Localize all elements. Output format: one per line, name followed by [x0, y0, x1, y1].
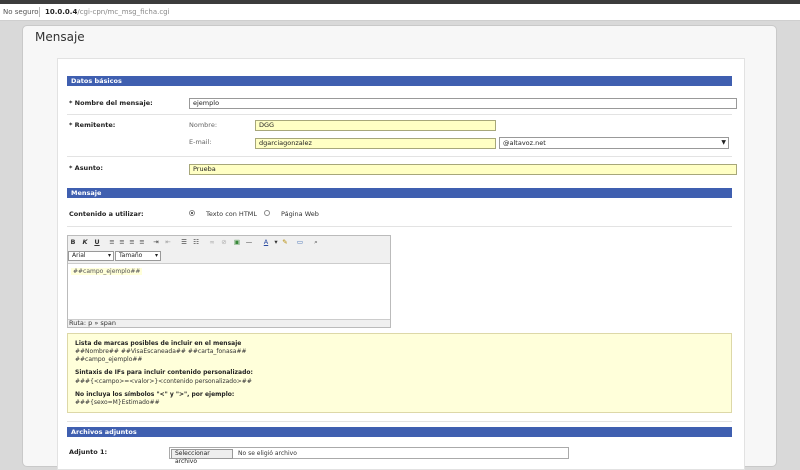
page-title: Mensaje	[35, 30, 85, 44]
dropdown-arrow-icon: ▾	[107, 252, 111, 259]
align-justify-icon[interactable]: ≡	[138, 238, 146, 246]
subject-input[interactable]: Prueba	[189, 164, 737, 175]
search-icon[interactable]: ⌕	[312, 238, 320, 246]
link-icon[interactable]: ∞	[208, 238, 216, 246]
dropdown-arrow-icon: ▼	[721, 139, 726, 146]
email-domain-value: @altavoz.net	[503, 139, 546, 147]
horizontal-rule-icon[interactable]: —	[245, 238, 253, 246]
dropdown-arrow-icon: ▾	[154, 252, 158, 259]
radio-html[interactable]	[189, 210, 195, 216]
bold-button[interactable]: B	[69, 238, 77, 246]
radio-web-label[interactable]: Página Web	[281, 210, 319, 218]
radio-web[interactable]	[264, 210, 270, 216]
sender-name-label: Nombre:	[189, 121, 218, 129]
divider	[67, 114, 732, 115]
font-family-select[interactable]: Arial ▾	[68, 251, 114, 261]
choose-file-button[interactable]: Seleccionar archivo	[171, 449, 233, 465]
help-line: No incluya los símbolos "<" y ">", por e…	[75, 391, 235, 398]
align-center-icon[interactable]: ≡	[118, 238, 126, 246]
numbered-list-icon[interactable]: ☷	[192, 238, 200, 246]
help-line: ###{<campo>=<valor>}<contenido personali…	[75, 378, 252, 385]
address-bar[interactable]: No seguro 10.0.0.4/cgi-cpn/mc_msg_ficha.…	[0, 4, 800, 21]
font-size-select[interactable]: Tamaño ▾	[115, 251, 161, 261]
text-color-icon[interactable]: A	[262, 238, 270, 246]
underline-button[interactable]: U	[93, 238, 101, 246]
radio-html-label[interactable]: Texto con HTML	[206, 210, 257, 218]
url-text[interactable]: 10.0.0.4/cgi-cpn/mc_msg_ficha.cgi	[45, 4, 170, 20]
source-code-icon[interactable]: ▭	[296, 238, 304, 246]
name-label: * Nombre del mensaje:	[69, 99, 153, 107]
editor-path: Ruta: p » span	[69, 319, 116, 327]
email-domain-select[interactable]: @altavoz.net ▼	[499, 137, 729, 149]
color-dropdown-icon[interactable]: ▾	[272, 238, 280, 246]
font-family-value: Arial	[72, 252, 86, 259]
font-size-value: Tamaño	[119, 252, 143, 259]
section-archivos-adjuntos: Archivos adjuntos	[67, 427, 732, 437]
url-path: /cgi-cpn/mc_msg_ficha.cgi	[77, 8, 170, 16]
content-type-label: Contenido a utilizar:	[69, 210, 144, 218]
editor-content-text: ##campo_ejemplo##	[71, 268, 143, 275]
section-datos-basicos: Datos básicos	[67, 76, 732, 86]
divider	[67, 421, 732, 422]
message-name-input[interactable]: ejemplo	[189, 98, 737, 109]
url-host: 10.0.0.4	[45, 8, 78, 16]
align-right-icon[interactable]: ≡	[128, 238, 136, 246]
divider	[67, 156, 732, 157]
indent-icon[interactable]: ⇥	[152, 238, 160, 246]
outdent-icon[interactable]: ⇤	[164, 238, 172, 246]
bullet-list-icon[interactable]: ☰	[180, 238, 188, 246]
address-separator	[39, 7, 40, 17]
italic-button[interactable]: K	[81, 238, 89, 246]
sender-email-label: E-mail:	[189, 138, 212, 146]
highlight-icon[interactable]: ✎	[281, 238, 289, 246]
section-mensaje: Mensaje	[67, 188, 732, 198]
help-line: Lista de marcas posibles de incluir en e…	[75, 340, 242, 347]
help-line: ##Nombre## ##VisaEscaneada## ##carta_fon…	[75, 348, 247, 355]
help-line: Sintaxis de IFs para incluir contenido p…	[75, 369, 253, 376]
subject-label: * Asunto:	[69, 164, 103, 172]
attachment-label: Adjunto 1:	[69, 448, 108, 456]
insecure-indicator[interactable]: No seguro	[3, 4, 39, 20]
sender-email-input[interactable]: dgarciagonzalez	[255, 138, 496, 149]
help-line: ##campo_ejemplo##	[75, 356, 143, 363]
help-line: ###{sexo=M}Estimado##	[75, 399, 160, 406]
sender-name-input[interactable]: DGG	[255, 120, 496, 131]
divider	[67, 226, 732, 227]
image-icon[interactable]: ▣	[233, 238, 241, 246]
sender-label: * Remitente:	[69, 121, 116, 129]
align-left-icon[interactable]: ≡	[108, 238, 116, 246]
unlink-icon[interactable]: ⊘	[220, 238, 228, 246]
